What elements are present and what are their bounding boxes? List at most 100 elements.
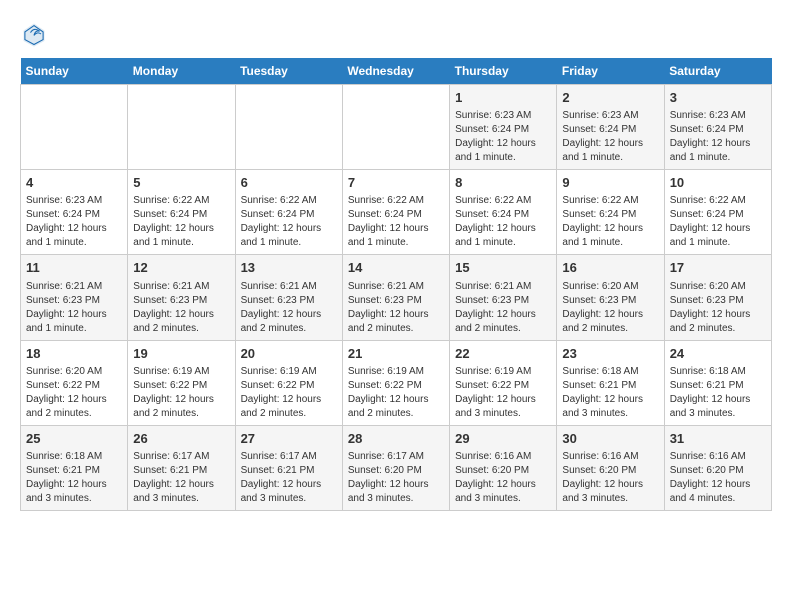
calendar-cell: 22Sunrise: 6:19 AMSunset: 6:22 PMDayligh…	[450, 340, 557, 425]
day-info: Sunset: 6:21 PM	[241, 464, 337, 478]
calendar-cell: 7 Sunrise: 6:22 AMSunset: 6:24 PMDaylight…	[342, 170, 449, 255]
day-info: Sunrise: 6:20 AM	[26, 365, 122, 379]
day-number: 18	[26, 345, 122, 363]
day-info: Daylight: 12 hours and 2 minutes.	[241, 308, 337, 336]
day-info: Sunrise: 6:19 AM	[348, 365, 444, 379]
header-tuesday: Tuesday	[235, 58, 342, 85]
day-info: Sunset: 6:20 PM	[670, 464, 766, 478]
day-info: Daylight: 12 hours and 3 minutes.	[348, 478, 444, 506]
day-info: Daylight: 12 hours and 1 minute.	[455, 137, 551, 165]
day-info: Sunrise: 6:16 AM	[670, 450, 766, 464]
week-row-4: 25Sunrise: 6:18 AMSunset: 6:21 PMDayligh…	[21, 425, 772, 510]
day-info: Sunrise: 6:21 AM	[26, 280, 122, 294]
calendar-cell: 4Sunrise: 6:23 AMSunset: 6:24 PMDaylight…	[21, 170, 128, 255]
day-info: Sunset: 6:24 PM	[670, 208, 766, 222]
day-info: Daylight: 12 hours and 3 minutes.	[455, 393, 551, 421]
day-number: 23	[562, 345, 658, 363]
day-info: Daylight: 12 hours and 2 minutes.	[133, 393, 229, 421]
day-info: Daylight: 12 hours and 2 minutes.	[562, 308, 658, 336]
day-number: 28	[348, 430, 444, 448]
calendar-cell: 25Sunrise: 6:18 AMSunset: 6:21 PMDayligh…	[21, 425, 128, 510]
day-number: 24	[670, 345, 766, 363]
header-friday: Friday	[557, 58, 664, 85]
day-info: Sunset: 6:21 PM	[670, 379, 766, 393]
day-info: Sunrise: 6:22 AM	[348, 194, 444, 208]
day-info: Sunrise: 6:23 AM	[26, 194, 122, 208]
day-info: Sunset: 6:24 PM	[455, 123, 551, 137]
day-number: 9	[562, 174, 658, 192]
header-sunday: Sunday	[21, 58, 128, 85]
calendar-cell: 3Sunrise: 6:23 AMSunset: 6:24 PMDaylight…	[664, 85, 771, 170]
day-number: 5	[133, 174, 229, 192]
day-info: Daylight: 12 hours and 1 minute.	[26, 308, 122, 336]
day-info: Daylight: 12 hours and 3 minutes.	[562, 393, 658, 421]
calendar-table: SundayMondayTuesdayWednesdayThursdayFrid…	[20, 58, 772, 511]
day-info: Sunset: 6:24 PM	[670, 123, 766, 137]
day-info: Sunrise: 6:23 AM	[455, 109, 551, 123]
day-info: Sunset: 6:22 PM	[455, 379, 551, 393]
day-info: Sunrise: 6:18 AM	[562, 365, 658, 379]
calendar-cell: 1Sunrise: 6:23 AMSunset: 6:24 PMDaylight…	[450, 85, 557, 170]
day-info: Sunrise: 6:16 AM	[455, 450, 551, 464]
day-info: Sunrise: 6:20 AM	[670, 280, 766, 294]
day-number: 17	[670, 259, 766, 277]
week-row-3: 18Sunrise: 6:20 AMSunset: 6:22 PMDayligh…	[21, 340, 772, 425]
day-info: Daylight: 12 hours and 3 minutes.	[241, 478, 337, 506]
day-info: Sunset: 6:22 PM	[348, 379, 444, 393]
day-info: Sunrise: 6:18 AM	[26, 450, 122, 464]
day-info: Daylight: 12 hours and 2 minutes.	[348, 393, 444, 421]
week-row-0: 1Sunrise: 6:23 AMSunset: 6:24 PMDaylight…	[21, 85, 772, 170]
day-info: Sunset: 6:22 PM	[133, 379, 229, 393]
day-number: 6	[241, 174, 337, 192]
day-info: Sunrise: 6:21 AM	[133, 280, 229, 294]
calendar-cell: 27 Sunrise: 6:17 AMSunset: 6:21 PMDayligh…	[235, 425, 342, 510]
day-info: Daylight: 12 hours and 3 minutes.	[133, 478, 229, 506]
day-number: 14	[348, 259, 444, 277]
day-info: Sunset: 6:24 PM	[455, 208, 551, 222]
calendar-cell: 9Sunrise: 6:22 AMSunset: 6:24 PMDaylight…	[557, 170, 664, 255]
day-info: Daylight: 12 hours and 1 minute.	[348, 222, 444, 250]
day-info: Sunrise: 6:22 AM	[670, 194, 766, 208]
calendar-cell: 17Sunrise: 6:20 AMSunset: 6:23 PMDayligh…	[664, 255, 771, 340]
day-number: 21	[348, 345, 444, 363]
calendar-header-row: SundayMondayTuesdayWednesdayThursdayFrid…	[21, 58, 772, 85]
calendar-cell: 2Sunrise: 6:23 AMSunset: 6:24 PMDaylight…	[557, 85, 664, 170]
day-info: Daylight: 12 hours and 2 minutes.	[241, 393, 337, 421]
day-info: Sunset: 6:23 PM	[133, 294, 229, 308]
day-info: Sunset: 6:24 PM	[348, 208, 444, 222]
day-info: Daylight: 12 hours and 2 minutes.	[348, 308, 444, 336]
day-info: Daylight: 12 hours and 3 minutes.	[562, 478, 658, 506]
day-info: Sunset: 6:20 PM	[455, 464, 551, 478]
day-number: 3	[670, 89, 766, 107]
day-info: Sunset: 6:24 PM	[133, 208, 229, 222]
day-info: Sunset: 6:23 PM	[26, 294, 122, 308]
calendar-cell: 14 Sunrise: 6:21 AMSunset: 6:23 PMDayligh…	[342, 255, 449, 340]
calendar-cell: 10Sunrise: 6:22 AMSunset: 6:24 PMDayligh…	[664, 170, 771, 255]
day-number: 12	[133, 259, 229, 277]
day-info: Daylight: 12 hours and 2 minutes.	[670, 308, 766, 336]
day-info: Sunrise: 6:18 AM	[670, 365, 766, 379]
header-monday: Monday	[128, 58, 235, 85]
calendar-cell: 16Sunrise: 6:20 AMSunset: 6:23 PMDayligh…	[557, 255, 664, 340]
calendar-cell	[342, 85, 449, 170]
day-info: Sunrise: 6:22 AM	[133, 194, 229, 208]
day-number: 31	[670, 430, 766, 448]
day-number: 20	[241, 345, 337, 363]
day-number: 8	[455, 174, 551, 192]
day-info: Sunset: 6:23 PM	[348, 294, 444, 308]
day-number: 7	[348, 174, 444, 192]
day-info: Sunrise: 6:17 AM	[241, 450, 337, 464]
day-number: 27	[241, 430, 337, 448]
day-info: Sunset: 6:24 PM	[562, 123, 658, 137]
day-info: Sunrise: 6:21 AM	[348, 280, 444, 294]
calendar-cell: 23Sunrise: 6:18 AMSunset: 6:21 PMDayligh…	[557, 340, 664, 425]
calendar-cell: 21 Sunrise: 6:19 AMSunset: 6:22 PMDayligh…	[342, 340, 449, 425]
day-number: 16	[562, 259, 658, 277]
day-info: Sunrise: 6:19 AM	[241, 365, 337, 379]
day-info: Sunset: 6:23 PM	[455, 294, 551, 308]
day-info: Daylight: 12 hours and 1 minute.	[241, 222, 337, 250]
day-info: Sunset: 6:24 PM	[26, 208, 122, 222]
day-info: Daylight: 12 hours and 3 minutes.	[670, 393, 766, 421]
calendar-cell: 15Sunrise: 6:21 AMSunset: 6:23 PMDayligh…	[450, 255, 557, 340]
day-info: Daylight: 12 hours and 1 minute.	[670, 222, 766, 250]
